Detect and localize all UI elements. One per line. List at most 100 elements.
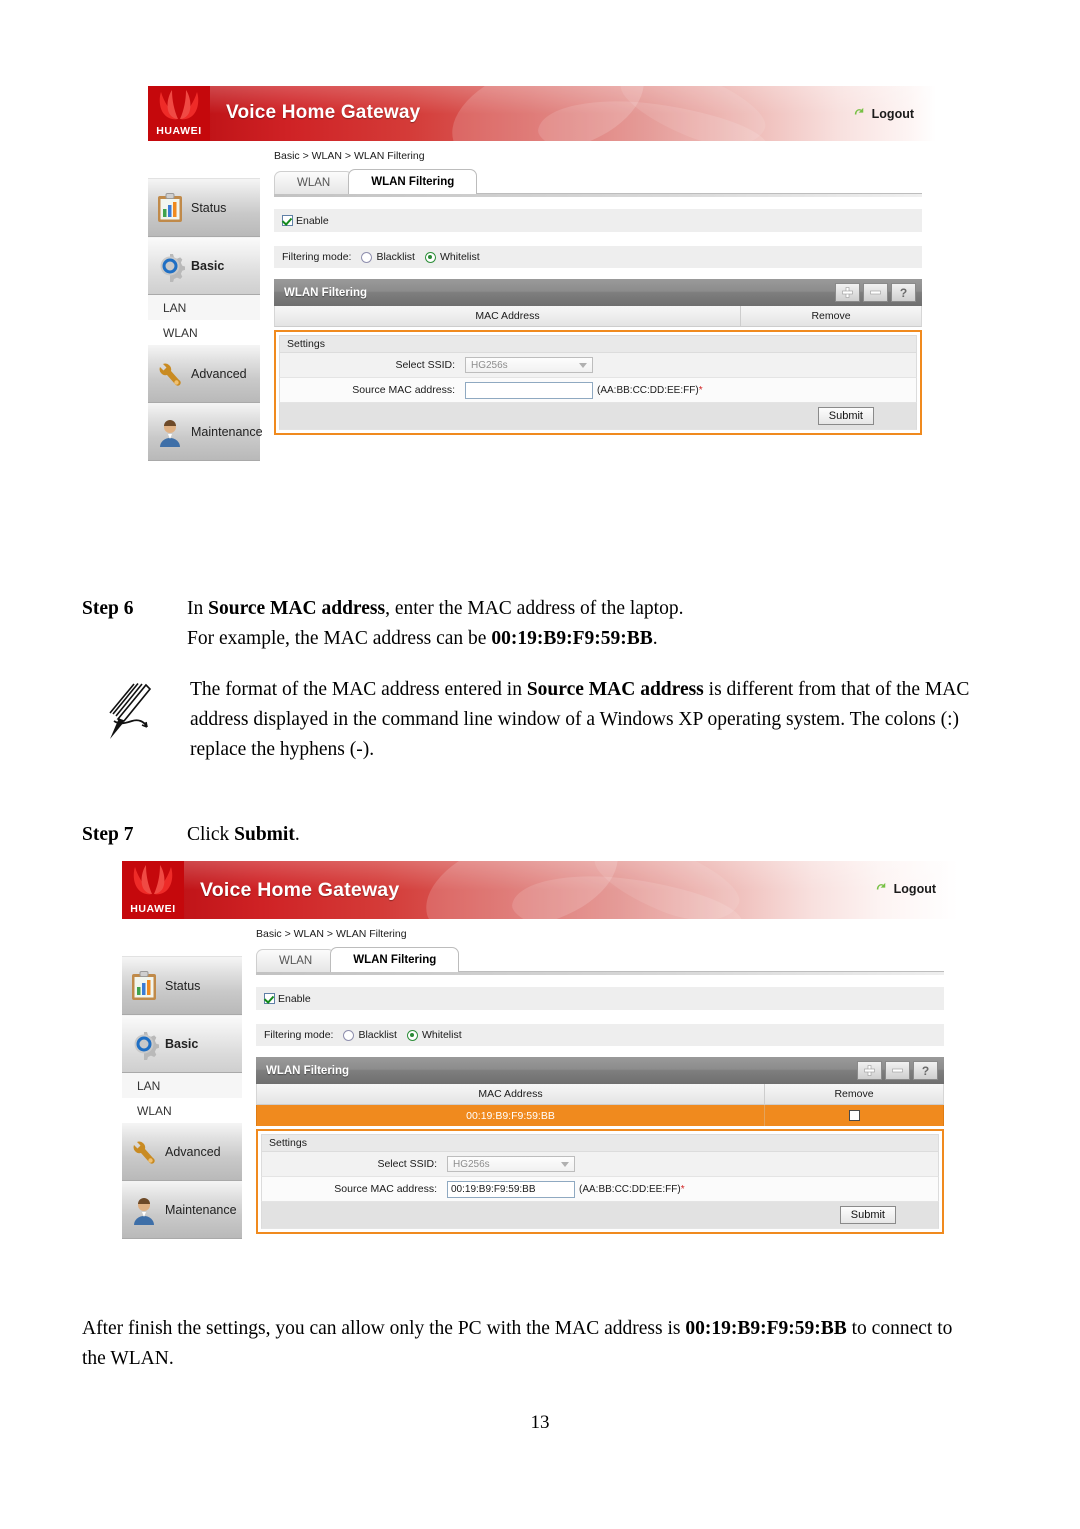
add-button[interactable] [835, 283, 860, 302]
panel-header: WLAN Filtering ? [256, 1057, 944, 1084]
field-row-source-mac: Source MAC address: (AA:BB:CC:DD:EE:FF)* [279, 378, 917, 403]
page-number: 13 [530, 1412, 550, 1433]
step-7-body: Click Submit. [187, 820, 300, 850]
closing-bold: 00:19:B9:F9:59:BB [685, 1318, 847, 1339]
select-ssid-dropdown[interactable]: HG256s [465, 357, 593, 373]
ui-title: Voice Home Gateway [200, 879, 400, 901]
huawei-logo: HUAWEI [148, 86, 210, 141]
sidebar-item-wlan[interactable]: WLAN [122, 1098, 242, 1123]
chevron-down-icon [579, 362, 587, 368]
source-mac-input[interactable]: 00:19:B9:F9:59:BB [447, 1180, 575, 1198]
remove-button[interactable] [885, 1061, 910, 1080]
enable-checkbox[interactable] [264, 993, 275, 1004]
logout-button[interactable]: Logout [874, 881, 936, 896]
wlan-filtering-panel: WLAN Filtering [256, 1057, 944, 1234]
logout-label: Logout [871, 106, 914, 121]
mac-format-hint: (AA:BB:CC:DD:EE:FF)* [579, 1183, 685, 1195]
radio-blacklist[interactable] [343, 1029, 355, 1041]
radio-whitelist[interactable] [406, 1029, 418, 1041]
note-pre: The format of the MAC address entered in [190, 679, 527, 700]
submit-button[interactable]: Submit [817, 407, 874, 425]
banner-decoration [508, 863, 746, 919]
help-button[interactable]: ? [891, 283, 916, 302]
sidebar-item-advanced[interactable]: Advanced [148, 345, 260, 403]
clipboard-chart-icon [132, 971, 156, 1000]
select-ssid-dropdown[interactable]: HG256s [447, 1156, 575, 1172]
note-block: The format of the MAC address entered in… [100, 675, 980, 765]
sidebar-top-spacer [148, 141, 260, 179]
sidebar-item-label: Maintenance [165, 1203, 237, 1217]
field-row-source-mac: Source MAC address: 00:19:B9:F9:59:BB (A… [261, 1177, 939, 1202]
logout-button[interactable]: Logout [852, 106, 914, 121]
tab-bar: WLAN WLAN Filtering [274, 169, 922, 194]
sidebar-item-wlan[interactable]: WLAN [148, 320, 260, 345]
table-row[interactable]: 00:19:B9:F9:59:BB [256, 1105, 944, 1126]
tab-wlan[interactable]: WLAN [274, 171, 354, 194]
tab-wlan-filtering[interactable]: WLAN Filtering [348, 169, 478, 194]
banner-decoration [414, 861, 630, 919]
mac-format-hint: (AA:BB:CC:DD:EE:FF)* [597, 384, 703, 396]
sidebar-item-basic[interactable]: Basic [122, 1015, 242, 1073]
source-mac-input[interactable] [465, 381, 593, 399]
filtering-mode-row: Filtering mode: Blacklist Whitelist [274, 246, 922, 268]
enable-label: Enable [278, 992, 311, 1005]
sidebar-subitem-label: LAN [163, 300, 187, 315]
sidebar-item-status[interactable]: Status [122, 957, 242, 1015]
router-ui-screenshot-filled: HUAWEI Voice Home Gateway Logout Status … [122, 861, 958, 1261]
panel-title: WLAN Filtering [266, 1064, 350, 1077]
undo-arrow-icon [876, 882, 885, 890]
step-7-label: Step 7 [82, 824, 134, 845]
cell-mac-address: 00:19:B9:F9:59:BB [257, 1105, 765, 1126]
step6-line2-post: . [652, 628, 658, 649]
tab-wlan[interactable]: WLAN [256, 949, 336, 972]
enable-checkbox[interactable] [282, 215, 293, 226]
step6-line1-post: , enter the MAC address of the laptop. [385, 598, 684, 619]
sidebar: Status Basic LAN WLAN Advanced Maintenan… [148, 141, 263, 541]
radio-blacklist[interactable] [361, 251, 373, 263]
source-mac-label: Source MAC address: [352, 384, 455, 396]
plus-icon [842, 287, 853, 298]
settings-box: Settings Select SSID: HG256s Source MAC … [274, 330, 922, 435]
note-icon-wrap [100, 675, 190, 765]
sidebar-item-status[interactable]: Status [148, 179, 260, 237]
sidebar-item-maintenance[interactable]: Maintenance [122, 1181, 242, 1239]
panel-title: WLAN Filtering [284, 286, 368, 299]
tab-wlan-filtering[interactable]: WLAN Filtering [330, 947, 460, 972]
sidebar-item-basic[interactable]: Basic [148, 237, 260, 295]
closing-paragraph: After finish the settings, you can allow… [82, 1314, 972, 1374]
select-ssid-value: HG256s [471, 359, 508, 371]
banner-decoration [612, 86, 774, 141]
source-mac-label: Source MAC address: [334, 1183, 437, 1195]
ui-banner: HUAWEI Voice Home Gateway Logout [148, 86, 936, 141]
panel-buttons: ? [835, 283, 916, 302]
add-button[interactable] [857, 1061, 882, 1080]
submit-button[interactable]: Submit [839, 1206, 896, 1224]
sidebar: Status Basic LAN WLAN Advanced Maintenan… [122, 919, 242, 1261]
wrench-icon [159, 363, 181, 386]
sidebar-item-lan[interactable]: LAN [148, 295, 260, 320]
huawei-wordmark: HUAWEI [130, 903, 176, 915]
note-bold: Source MAC address [526, 679, 704, 700]
help-button[interactable]: ? [913, 1061, 938, 1080]
closing-pre: After finish the settings, you can allow… [82, 1318, 686, 1339]
filtering-mode-label: Filtering mode: [282, 251, 352, 263]
select-ssid-label: Select SSID: [377, 1158, 437, 1170]
radio-whitelist[interactable] [424, 251, 436, 263]
plus-icon [864, 1065, 875, 1076]
sidebar-item-advanced[interactable]: Advanced [122, 1123, 242, 1181]
tab-bar: WLAN WLAN Filtering [256, 947, 944, 972]
pen-note-icon [109, 682, 152, 739]
sidebar-item-lan[interactable]: LAN [122, 1073, 242, 1098]
sidebar-top-spacer [122, 919, 242, 957]
cell-remove [765, 1105, 943, 1126]
breadcrumb: Basic > WLAN > WLAN Filtering [256, 928, 407, 940]
submit-row: Submit [261, 1202, 939, 1229]
row-remove-checkbox[interactable] [848, 1110, 860, 1121]
content-pane: Basic > WLAN > WLAN Filtering WLAN WLAN … [242, 919, 958, 1261]
sidebar-item-maintenance[interactable]: Maintenance [148, 403, 263, 461]
radio-blacklist-label: Blacklist [376, 251, 415, 263]
banner-decoration [534, 88, 772, 141]
remove-button[interactable] [863, 283, 888, 302]
settings-title: Settings [279, 335, 917, 353]
banner-decoration [440, 86, 656, 141]
